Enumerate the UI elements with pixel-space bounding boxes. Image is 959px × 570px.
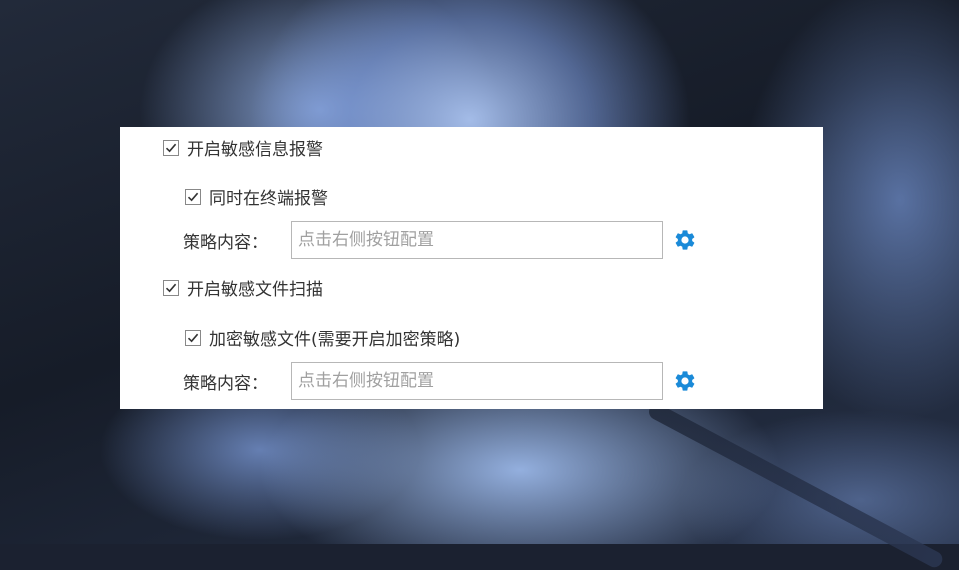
checkmark-icon	[187, 192, 199, 201]
enable-file-scan-label: 开启敏感文件扫描	[187, 280, 323, 300]
gear-icon[interactable]	[673, 369, 697, 393]
scan-policy-row: 策略内容：	[183, 362, 697, 400]
terminal-alert-label: 同时在终端报警	[209, 189, 328, 209]
enable-file-scan-checkbox[interactable]	[163, 279, 179, 296]
enable-sensitive-alert-checkbox[interactable]	[163, 139, 179, 156]
checkmark-icon	[165, 143, 177, 152]
terminal-alert-checkbox[interactable]	[185, 188, 201, 205]
scan-policy-input[interactable]	[291, 362, 663, 400]
alert-policy-input[interactable]	[291, 221, 663, 259]
enable-file-scan-row[interactable]: 开启敏感文件扫描	[163, 275, 323, 300]
encrypt-files-label: 加密敏感文件(需要开启加密策略)	[209, 330, 461, 350]
terminal-alert-row[interactable]: 同时在终端报警	[185, 184, 328, 209]
scan-policy-label: 策略内容：	[183, 373, 268, 394]
encrypt-files-row[interactable]: 加密敏感文件(需要开启加密策略)	[185, 325, 460, 350]
enable-sensitive-alert-row[interactable]: 开启敏感信息报警	[163, 135, 323, 160]
gear-icon[interactable]	[673, 228, 697, 252]
checkmark-icon	[165, 283, 177, 292]
sensitive-settings-panel: 开启敏感信息报警 同时在终端报警 策略内容： 开启敏感文件扫描 加密敏感文件(需…	[120, 127, 823, 409]
checkmark-icon	[187, 333, 199, 342]
alert-policy-row: 策略内容：	[183, 221, 697, 259]
alert-policy-label: 策略内容：	[183, 232, 268, 253]
enable-sensitive-alert-label: 开启敏感信息报警	[187, 140, 323, 160]
encrypt-files-checkbox[interactable]	[185, 329, 201, 346]
